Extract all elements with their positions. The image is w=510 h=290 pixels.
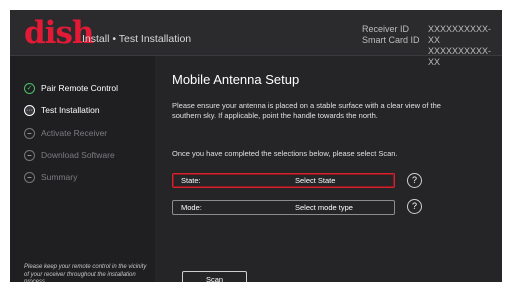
receiver-id-value: XXXXXXXXXX-XX <box>428 24 492 45</box>
mode-label: Mode: <box>181 203 202 212</box>
step-activate-receiver: – Activate Receiver <box>24 126 107 140</box>
step-pair-remote: ✓ Pair Remote Control <box>24 81 118 95</box>
step-label: Summary <box>41 172 78 182</box>
header-bar: dish Install • Test Installation Receive… <box>10 10 502 67</box>
header-title: Install • Test Installation <box>82 33 192 45</box>
dash-circle-icon: – <box>24 171 35 183</box>
state-label: State: <box>181 176 201 185</box>
mode-select[interactable]: Mode: Select mode type <box>172 200 395 215</box>
smart-card-id-label: Smart Card ID <box>362 35 420 45</box>
mode-help-icon[interactable]: ? <box>407 199 422 214</box>
step-test-installation: ··· Test Installation <box>24 103 100 117</box>
scan-button[interactable]: Scan <box>182 271 247 282</box>
step-label: Download Software <box>41 150 115 160</box>
receiver-id-label: Receiver ID <box>362 24 410 34</box>
state-help-icon[interactable]: ? <box>407 173 422 188</box>
dash-circle-icon: – <box>24 149 35 161</box>
state-value: Select State <box>295 176 336 185</box>
check-circle-icon: ✓ <box>24 82 35 94</box>
main-panel: Mobile Antenna Setup Please ensure your … <box>155 56 502 282</box>
ellipsis-circle-icon: ··· <box>24 104 35 116</box>
steps-sidebar: ✓ Pair Remote Control ··· Test Installat… <box>10 56 155 282</box>
mode-value: Select mode type <box>295 203 353 212</box>
state-select[interactable]: State: Select State <box>172 173 395 188</box>
page-title: Mobile Antenna Setup <box>172 72 300 87</box>
antenna-instructions: Please ensure your antenna is placed on … <box>172 101 441 120</box>
step-download-software: – Download Software <box>24 148 115 162</box>
step-label: Pair Remote Control <box>41 83 119 93</box>
step-label: Test Installation <box>41 105 100 115</box>
step-label: Activate Receiver <box>41 128 108 138</box>
remote-reminder-note: Please keep your remote control in the v… <box>24 264 147 282</box>
tv-screen: dish Install • Test Installation Receive… <box>10 10 502 282</box>
receiver-info-labels: Receiver ID Smart Card ID <box>362 24 420 46</box>
selection-prompt: Once you have completed the selections b… <box>172 149 398 158</box>
dash-circle-icon: – <box>24 127 35 139</box>
step-summary: – Summary <box>24 170 77 184</box>
